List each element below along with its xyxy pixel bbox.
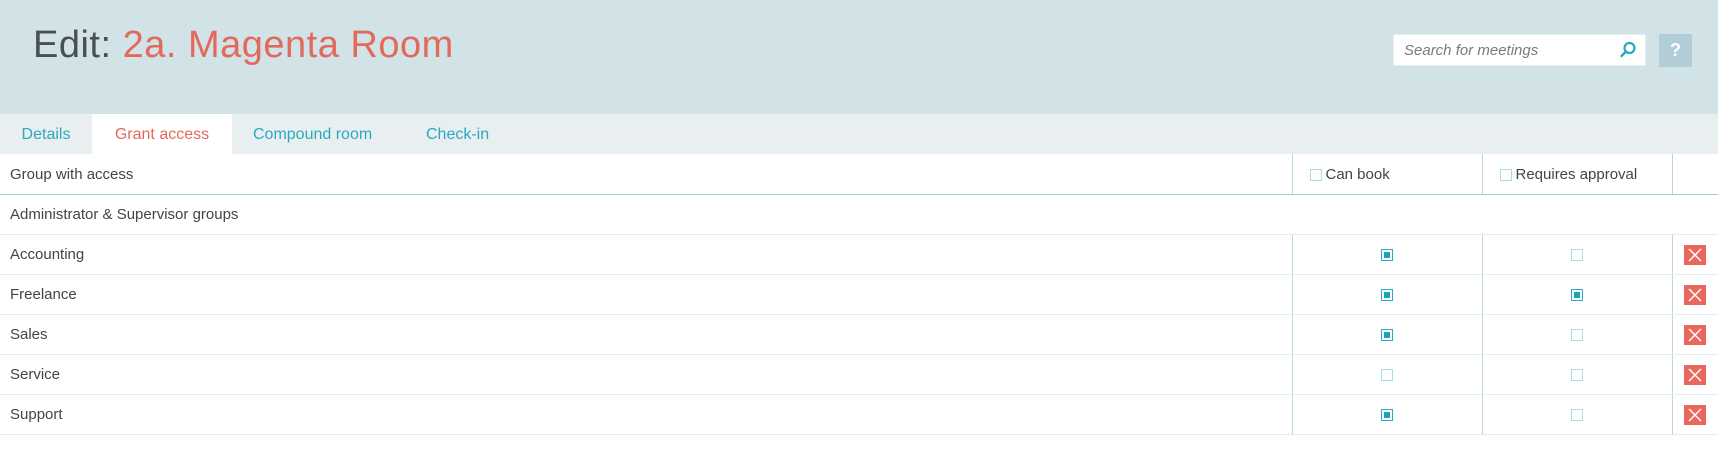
requires-approval-checkbox[interactable] [1571,369,1583,382]
table-row: Support [0,394,1718,435]
requires-approval-cell [1481,234,1672,275]
page-header: Edit: 2a. Magenta Room ? [0,0,1718,114]
requires-approval-checkbox[interactable] [1571,409,1583,422]
room-name: 2a. Magenta Room [122,24,454,66]
page-title: Edit: 2a. Magenta Room [33,24,454,67]
delete-cell [1671,274,1718,315]
access-table: Group with access Can book Requires appr… [0,154,1718,435]
tab-bar: Details Grant access Compound room Check… [0,114,1718,154]
group-name: Support [0,394,1292,435]
requires-approval-label: Requires approval [1515,165,1638,183]
delete-button[interactable] [1683,244,1706,265]
column-header-group: Group with access [0,154,1292,195]
group-name: Freelance [0,274,1292,315]
group-name: Service [0,354,1292,395]
table-header-row: Group with access Can book Requires appr… [0,154,1718,195]
delete-button[interactable] [1683,324,1706,345]
requires-approval-select-all-checkbox[interactable] [1499,168,1512,181]
search-icon[interactable] [1619,41,1637,59]
requires-approval-cell [1481,394,1672,435]
column-header-requires-approval: Requires approval [1481,154,1672,195]
table-row: Freelance [0,274,1718,315]
can-book-label: Can book [1325,165,1390,183]
column-header-can-book: Can book [1291,154,1482,195]
group-name: Accounting [0,234,1292,275]
column-header-actions [1671,154,1718,195]
section-row: Administrator & Supervisor groups [0,194,1718,235]
can-book-cell [1291,394,1482,435]
close-icon [1687,327,1702,342]
delete-cell [1671,234,1718,275]
section-label: Administrator & Supervisor groups [0,194,1718,235]
delete-button[interactable] [1683,404,1706,425]
requires-approval-checkbox[interactable] [1571,249,1583,262]
can-book-select-all-checkbox[interactable] [1309,168,1322,181]
delete-cell [1671,314,1718,355]
close-icon [1687,287,1702,302]
help-button[interactable]: ? [1659,34,1692,67]
close-icon [1687,247,1702,262]
can-book-cell [1291,354,1482,395]
requires-approval-cell [1481,354,1672,395]
requires-approval-checkbox[interactable] [1571,289,1583,302]
delete-cell [1671,354,1718,395]
search-box [1393,34,1646,66]
can-book-cell [1291,274,1482,315]
can-book-checkbox[interactable] [1381,369,1393,382]
title-prefix: Edit: [33,24,112,66]
table-row: Accounting [0,234,1718,275]
can-book-checkbox[interactable] [1381,329,1393,342]
can-book-cell [1291,314,1482,355]
tab-compound-room[interactable]: Compound room [253,114,372,154]
table-row: Service [0,354,1718,395]
delete-button[interactable] [1683,364,1706,385]
can-book-cell [1291,234,1482,275]
requires-approval-checkbox[interactable] [1571,329,1583,342]
close-icon [1687,367,1702,382]
tab-check-in[interactable]: Check-in [426,114,489,154]
tab-details[interactable]: Details [0,114,92,154]
delete-button[interactable] [1683,284,1706,305]
tab-grant-access[interactable]: Grant access [92,114,232,154]
can-book-checkbox[interactable] [1381,249,1393,262]
delete-cell [1671,394,1718,435]
close-icon [1687,407,1702,422]
requires-approval-cell [1481,314,1672,355]
group-name: Sales [0,314,1292,355]
search-input[interactable] [1394,35,1614,65]
requires-approval-cell [1481,274,1672,315]
can-book-checkbox[interactable] [1381,409,1393,422]
table-row: Sales [0,314,1718,355]
can-book-checkbox[interactable] [1381,289,1393,302]
